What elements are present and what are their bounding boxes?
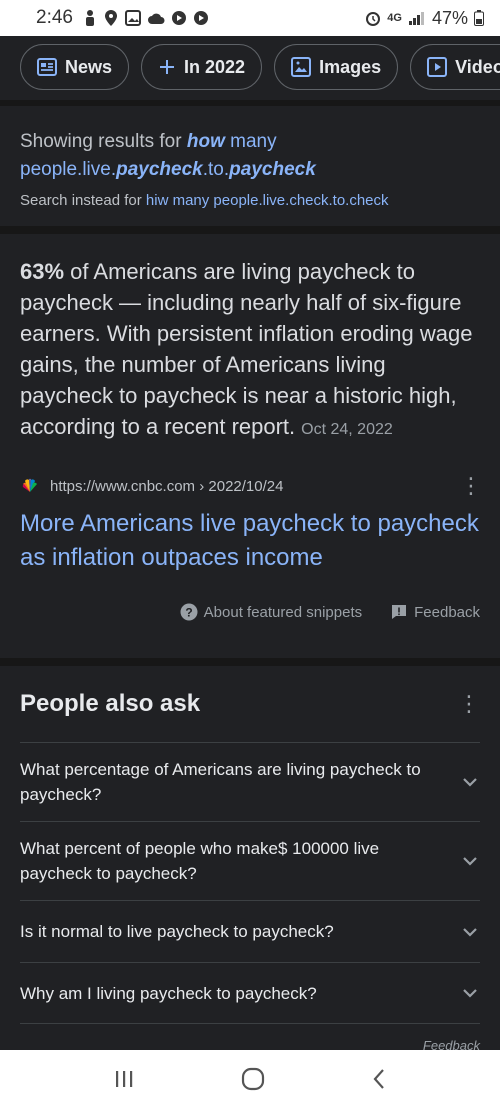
chip-in-2022[interactable]: In 2022 [141,44,263,90]
chip-videos[interactable]: Videos [410,44,500,90]
paa-question-text: Is it normal to live paycheck to paychec… [20,922,334,941]
paa-question[interactable]: What percentage of Americans are living … [20,742,480,821]
search-instead-line: Search instead for hiw many people.live.… [20,192,480,209]
paa-more-options-icon[interactable]: ⋮ [458,691,480,717]
showing-results-prefix: Showing results for [20,131,187,152]
about-featured-snippets[interactable]: ? About featured snippets [180,603,362,621]
paa-header: People also ask ⋮ [20,666,480,742]
snippet-date: Oct 24, 2022 [301,421,393,438]
status-bar: 2:46 4G 47% [0,0,500,36]
search-filter-chips: News In 2022 Images Videos [0,36,500,100]
back-button[interactable] [371,1068,387,1095]
status-right: 4G 47% [365,8,484,29]
chip-images-label: Images [319,56,382,77]
feedback-icon [392,605,407,619]
search-instead-prefix: Search instead for [20,192,146,209]
chevron-down-icon [460,927,480,937]
help-icon: ? [180,603,198,621]
spelling-correction: Showing results for how many people.live… [0,100,500,226]
chevron-down-icon [460,988,480,998]
showing-results-line: Showing results for how many people.live… [20,128,480,184]
section-divider [0,226,500,234]
nbc-peacock-icon [22,478,37,492]
battery-percent: 47% [431,7,468,28]
plus-icon [160,60,175,74]
notification-icons [83,9,209,27]
chip-news-label: News [65,56,113,77]
person-icon [85,10,94,26]
network-label: 4G [387,12,402,24]
snippet-body: of Americans are living paycheck to payc… [20,259,473,439]
gallery-icon [124,10,141,26]
chip-news[interactable]: News [20,44,130,90]
chip-videos-label: Videos [455,56,500,77]
home-button[interactable] [241,1067,265,1096]
more-options-icon[interactable]: ⋮ [460,473,482,499]
paa-question[interactable]: Is it normal to live paycheck to paychec… [20,900,480,962]
snippet-highlight: 63% [20,259,65,284]
android-nav-bar [0,1050,500,1112]
play-icon [171,11,186,25]
news-icon [37,58,57,76]
paa-question-text: What percent of people who make$ 100000 … [20,839,380,883]
recent-apps-icon [116,1070,133,1087]
location-icon [104,10,117,26]
image-icon [291,57,312,77]
paa-question[interactable]: What percent of people who make$ 100000 … [20,821,480,900]
snippet-source-url: https://www.cnbc.com › 2022/10/24 [50,477,284,495]
snippet-meta: ? About featured snippets Feedback [20,603,480,621]
svg-text:?: ? [185,606,192,620]
snippet-source: https://www.cnbc.com › 2022/10/24 ⋮ [20,473,482,499]
chip-images[interactable]: Images [274,44,399,90]
original-query-link[interactable]: hiw many people.live.check.to.check [146,192,389,209]
paa-question-text: Why am I living paycheck to paycheck? [20,983,317,1003]
alarm-icon [366,12,381,26]
chevron-down-icon [460,777,480,787]
paa-heading: People also ask [20,690,201,717]
about-featured-snippets-label: About featured snippets [203,603,363,621]
section-divider-2 [0,658,500,666]
home-icon [241,1067,265,1090]
snippet-title-link[interactable]: More Americans live paycheck to paycheck… [20,507,480,575]
status-time: 2:46 [36,7,73,28]
back-icon [373,1068,384,1089]
paa-question[interactable]: Why am I living paycheck to paycheck? [20,962,480,1024]
play-icon-2 [193,11,208,25]
signal-icon [408,12,424,25]
featured-snippet: 63% of Americans are living paycheck to … [0,236,500,656]
battery-icon [474,10,484,26]
snippet-text: 63% of Americans are living paycheck to … [20,256,480,445]
snippet-feedback[interactable]: Feedback [390,603,480,621]
chip-in-2022-label: In 2022 [184,56,246,77]
chevron-down-icon [460,856,480,866]
cloud-icon [147,13,165,24]
snippet-feedback-label: Feedback [414,603,480,621]
recent-apps-button[interactable] [113,1069,135,1094]
paa-question-text: What percentage of Americans are living … [20,760,421,804]
video-icon [427,57,448,77]
people-also-ask: People also ask ⋮ What percentage of Ame… [0,666,500,1053]
